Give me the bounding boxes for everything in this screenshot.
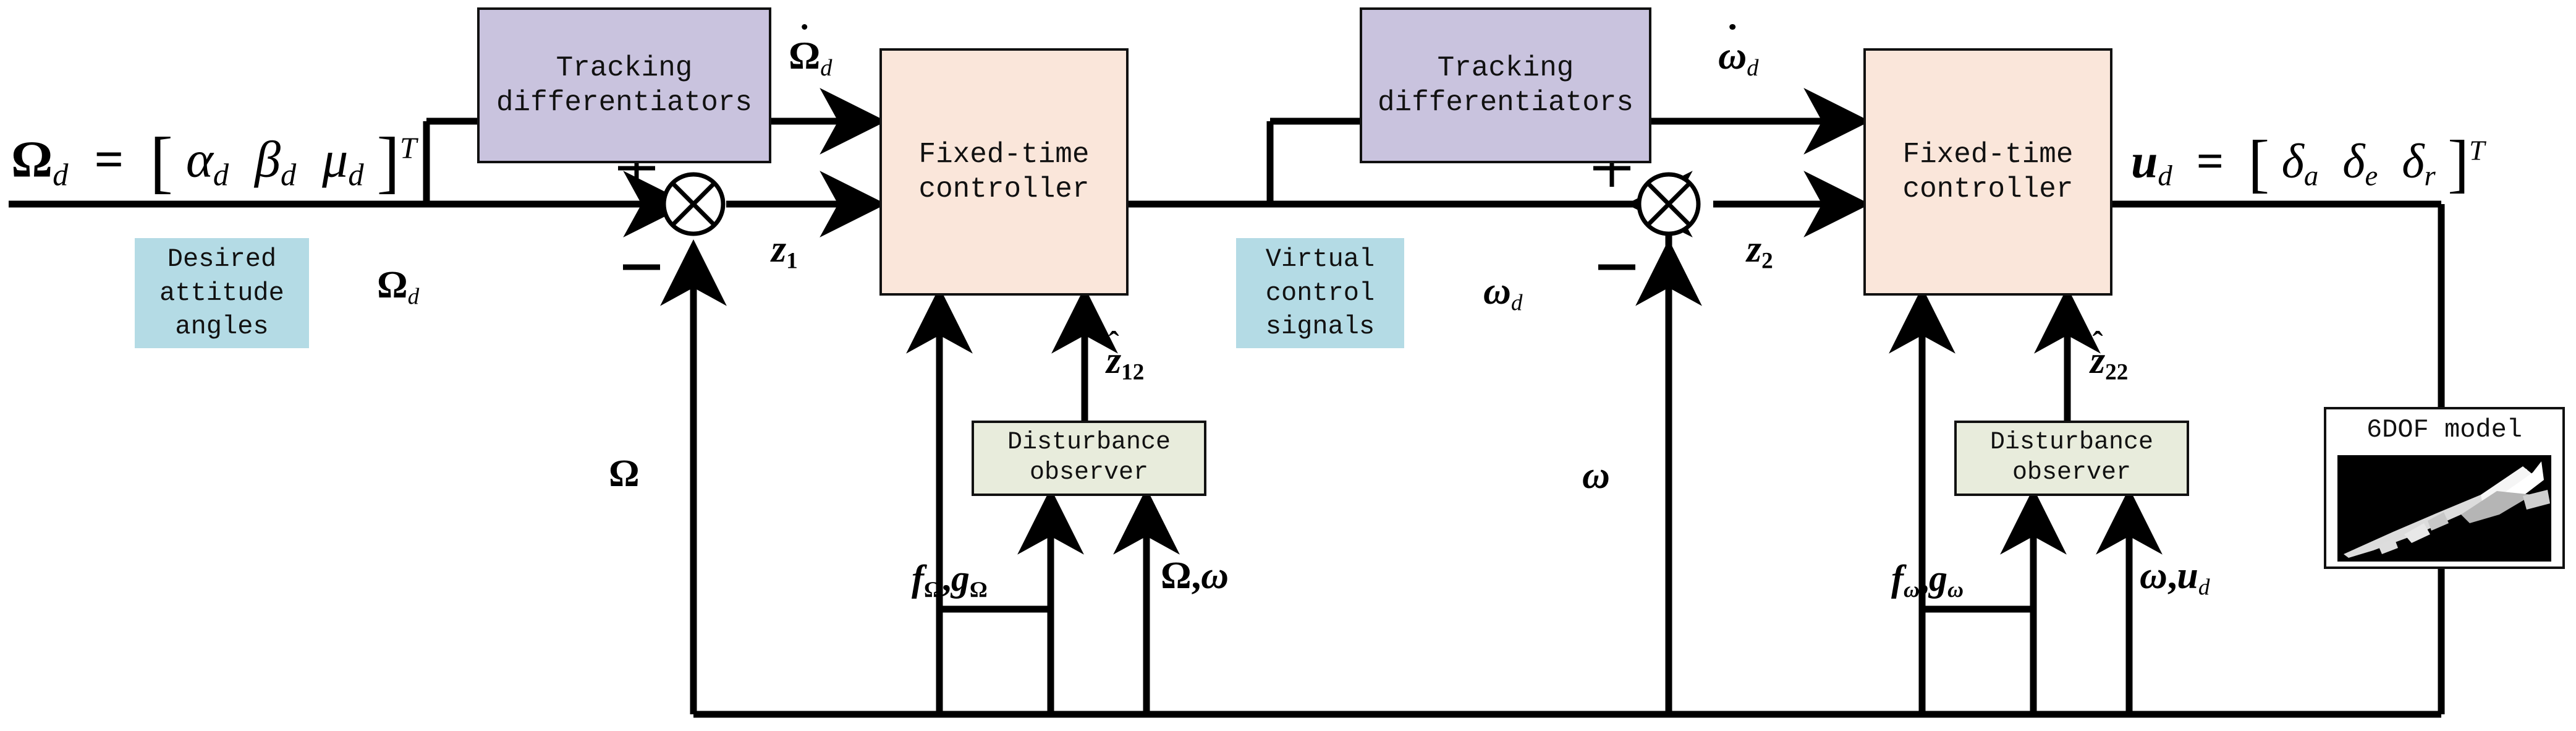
virtual-control-line1: Virtual: [1265, 244, 1375, 275]
signal-label-z-hat-22: ̂z22: [2090, 340, 2129, 385]
signal-label-z2: z2: [1747, 228, 1773, 274]
block-tracking-differentiators-1[interactable]: Tracking differentiators: [477, 7, 771, 163]
signal-label-omega-omega: Ω,ω: [1161, 555, 1229, 597]
ftc2-line1: Fixed-time: [1902, 138, 2074, 171]
ftc1-line1: Fixed-time: [918, 138, 1090, 171]
annotation-virtual-control-signals: Virtual control signals: [1236, 238, 1404, 348]
signal-label-omega-ud: ω,ud: [2140, 555, 2210, 601]
do2-line2: observer: [2012, 459, 2132, 487]
block-tracking-differentiators-2[interactable]: Tracking differentiators: [1360, 7, 1651, 163]
signal-label-omega-d-small-dot: ωd: [1718, 24, 1758, 80]
connection-lines-layer: [9, 88, 2559, 718]
signal-label-f-g-omega-small: fω,gω: [1891, 558, 1964, 602]
signal-label-omega-feedback: Ω: [609, 453, 640, 495]
desired-attitude-line1: Desired: [167, 244, 277, 275]
signal-label-omega-d-small: ωd: [1483, 270, 1523, 316]
ftc2-line2: controller: [1902, 173, 2074, 205]
equation-u-d-definition: ud = [ δa δe δr ]T: [2131, 127, 2485, 199]
hypersonic-vehicle-icon: [2344, 461, 2550, 558]
virtual-control-line3: signals: [1265, 312, 1375, 342]
signal-label-z-hat-12: ̂z12: [1106, 340, 1145, 385]
block-fixed-time-controller-1[interactable]: Fixed-time controller: [879, 48, 1129, 296]
signal-label-f-g-omega-big: fΩ,gΩ: [912, 558, 988, 602]
signal-label-omega-d-dot: Ωd: [789, 24, 832, 80]
signal-label-omega-d: Ωd: [377, 264, 420, 310]
do2-line1: Disturbance: [1989, 429, 2154, 457]
desired-attitude-line3: angles: [175, 312, 269, 342]
block-diagram-canvas: Ωd = [ αd βd μd ]T Ω_d = [ α_d β_d μ_d ]…: [0, 0, 2576, 731]
td2-line1: Tracking: [1437, 51, 1574, 84]
block-disturbance-observer-2[interactable]: Disturbance observer: [1954, 421, 2189, 496]
td2-line2: differentiators: [1377, 87, 1634, 119]
sixdof-model-image-overlay: [2344, 461, 2550, 558]
sixdof-model-label: 6DOF model: [2366, 415, 2523, 445]
virtual-control-line2: control: [1265, 278, 1375, 308]
ftc1-line2: controller: [918, 173, 1090, 205]
signal-label-omega-small-feedback: ω: [1582, 455, 1610, 497]
td1-line1: Tracking: [556, 51, 693, 84]
block-disturbance-observer-1[interactable]: Disturbance observer: [972, 421, 1206, 496]
signal-label-z1: z1: [771, 228, 798, 274]
sum-junction-2[interactable]: [1639, 174, 1698, 234]
td1-line2: differentiators: [496, 87, 753, 119]
equation-omega-d-definition: Ωd = [ αd βd μd ]T: [11, 124, 417, 200]
sum-junction-1[interactable]: [664, 174, 723, 234]
block-fixed-time-controller-2[interactable]: Fixed-time controller: [1863, 48, 2112, 296]
annotation-desired-attitude-angles: Desired attitude angles: [135, 238, 309, 348]
do1-line1: Disturbance: [1007, 429, 1171, 457]
desired-attitude-line2: attitude: [159, 278, 284, 308]
do1-line2: observer: [1029, 459, 1149, 487]
